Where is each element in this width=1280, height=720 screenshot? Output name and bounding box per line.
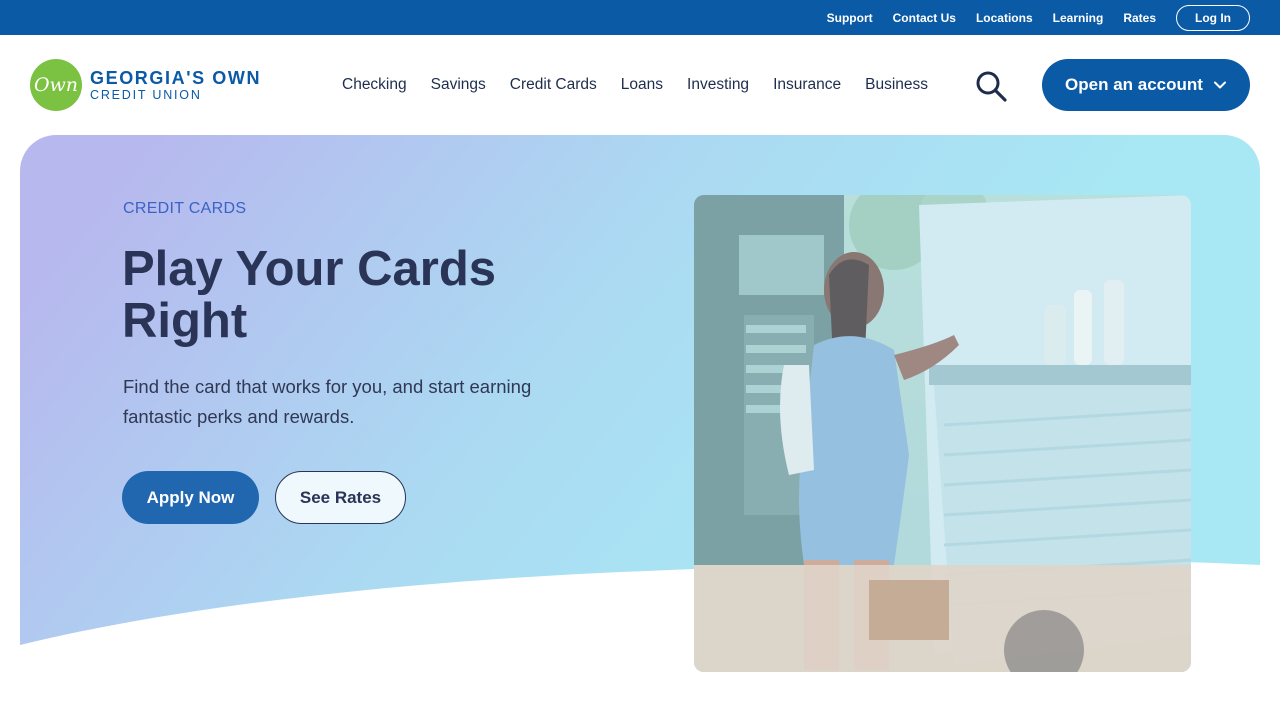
search-icon[interactable] xyxy=(974,69,1008,103)
logo-line1: GEORGIA'S OWN xyxy=(90,68,262,88)
utility-bar: Support Contact Us Locations Learning Ra… xyxy=(0,0,1280,35)
utility-link-learning[interactable]: Learning xyxy=(1053,11,1104,25)
nav-item-savings[interactable]: Savings xyxy=(431,76,486,94)
apply-now-button[interactable]: Apply Now xyxy=(122,471,259,524)
logo-wordmark: GEORGIA'S OWN CREDIT UNION xyxy=(90,68,261,102)
utility-links: Support Contact Us Locations Learning Ra… xyxy=(807,0,1280,35)
utility-link-contact-us[interactable]: Contact Us xyxy=(893,11,956,25)
main-nav: Checking Savings Credit Cards Loans Inve… xyxy=(330,35,940,135)
utility-link-support[interactable]: Support xyxy=(827,11,873,25)
site-header: Own GEORGIA'S OWN CREDIT UNION Checking … xyxy=(0,35,1280,135)
nav-item-investing[interactable]: Investing xyxy=(687,76,749,94)
nav-item-insurance[interactable]: Insurance xyxy=(773,76,841,94)
hero-eyebrow: CREDIT CARDS xyxy=(123,200,247,217)
utility-link-rates[interactable]: Rates xyxy=(1123,11,1156,25)
nav-item-loans[interactable]: Loans xyxy=(621,76,663,94)
logo-badge: Own xyxy=(30,59,82,111)
nav-item-business[interactable]: Business xyxy=(865,76,928,94)
see-rates-button[interactable]: See Rates xyxy=(275,471,406,524)
logo[interactable]: Own GEORGIA'S OWN CREDIT UNION xyxy=(30,59,261,111)
open-account-label: Open an account xyxy=(1065,75,1203,94)
hero-title: Play Your Cards Right xyxy=(122,242,497,348)
nav-item-checking[interactable]: Checking xyxy=(342,76,407,94)
logo-line2: CREDIT UNION xyxy=(90,88,202,102)
utility-link-locations[interactable]: Locations xyxy=(976,11,1033,25)
hero-section: CREDIT CARDS Play Your Cards Right Find … xyxy=(20,135,1260,720)
nav-item-credit-cards[interactable]: Credit Cards xyxy=(510,76,597,94)
chevron-down-icon xyxy=(1213,81,1226,89)
login-button[interactable]: Log In xyxy=(1176,4,1250,31)
hero-photo xyxy=(694,195,1191,672)
open-account-button[interactable]: Open an account xyxy=(1042,59,1250,111)
hero-subtitle: Find the card that works for you, and st… xyxy=(123,376,532,427)
